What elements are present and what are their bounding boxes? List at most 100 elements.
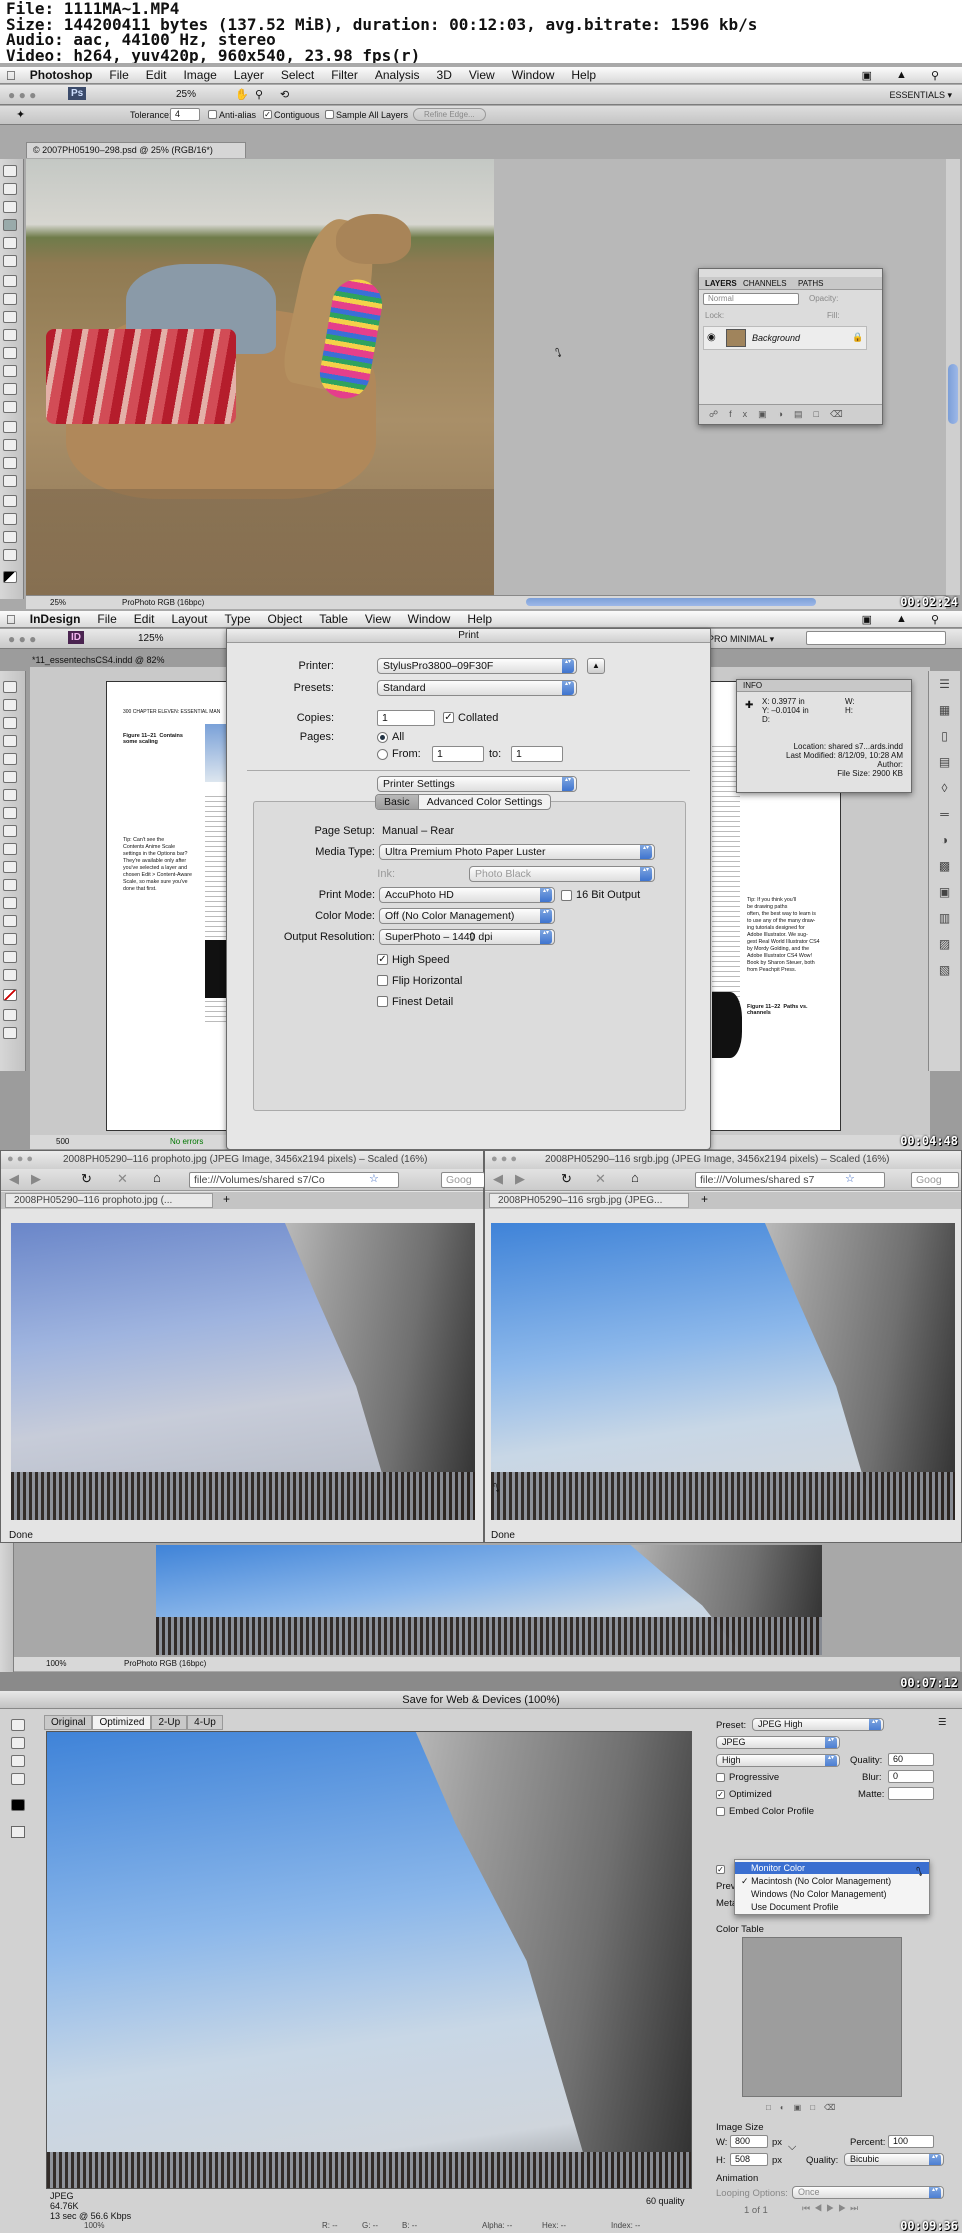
browser-right-url[interactable]: file:///Volumes/shared s7 [695, 1172, 885, 1188]
3d-orbit-icon[interactable] [3, 513, 17, 525]
sfw-zoom[interactable]: 100% [84, 2221, 104, 2230]
id-menu-edit[interactable]: Edit [134, 612, 155, 626]
pencil-tool-icon[interactable] [3, 807, 17, 819]
sfw-hand-icon[interactable] [11, 1719, 25, 1731]
looping-select[interactable]: Once [792, 2186, 944, 2199]
ps-scrollbar-v[interactable] [946, 159, 960, 595]
ps-menu-file[interactable]: File [109, 68, 128, 82]
ps-menu-3d[interactable]: 3D [437, 68, 452, 82]
ps-menu-help[interactable]: Help [571, 68, 596, 82]
anti-alias-checkbox[interactable] [208, 110, 217, 119]
tab-optimized[interactable]: Optimized [92, 1715, 152, 1730]
brush-tool-icon[interactable] [3, 293, 17, 305]
16bit-checkbox[interactable] [561, 890, 572, 901]
forward-button-2[interactable]: ▶ [515, 1171, 525, 1187]
reload-button-2[interactable]: ↻ [561, 1171, 572, 1187]
hand-tool-icon-3[interactable] [3, 951, 17, 963]
browser-right-tab[interactable]: 2008PH05290–116 srgb.jpg (JPEG... [489, 1193, 689, 1208]
history-brush-icon[interactable] [3, 329, 17, 341]
volume-icon[interactable]: ▲ [896, 69, 907, 82]
embed-profile-checkbox[interactable] [716, 1807, 725, 1816]
zoom-tool-icon-2[interactable] [3, 549, 17, 561]
id-menu-type[interactable]: Type [224, 612, 250, 626]
printer-expand-button[interactable]: ▲ [587, 658, 605, 674]
menu-item-monitor-color[interactable]: Monitor Color [735, 1862, 929, 1874]
home-button[interactable]: ⌂ [153, 1170, 161, 1185]
progressive-checkbox[interactable] [716, 1773, 725, 1782]
animation-controls[interactable]: ⏮◀▶▶⏭ [802, 2203, 862, 2214]
id-zoom[interactable]: 125% [138, 633, 164, 644]
matte-select[interactable] [888, 1787, 934, 1800]
gradient-tool-icon-2[interactable] [3, 897, 17, 909]
tab-basic[interactable]: Basic [376, 795, 419, 809]
id-menu-layout[interactable]: Layout [171, 612, 207, 626]
rect-tool-icon[interactable] [3, 843, 17, 855]
tab-2up[interactable]: 2-Up [151, 1715, 188, 1730]
zoom-tool-icon[interactable]: ⚲ [255, 88, 263, 101]
height-input[interactable]: 508 [730, 2153, 768, 2166]
eyedropper-tool-icon[interactable] [3, 255, 17, 267]
bookmark-star-icon-2[interactable]: ☆ [845, 1172, 855, 1185]
id-menu-app[interactable]: InDesign [30, 612, 81, 626]
id-menu-window[interactable]: Window [408, 612, 451, 626]
eyedropper-tool-icon-2[interactable] [3, 933, 17, 945]
tab-channels[interactable]: CHANNELS [743, 279, 787, 288]
magic-wand-icon[interactable]: ✦ [16, 108, 25, 121]
ps-menu-edit[interactable]: Edit [146, 68, 167, 82]
blur-tool-icon[interactable] [3, 383, 17, 395]
rect-frame-icon[interactable] [3, 825, 17, 837]
new-tab-button[interactable]: + [223, 1192, 230, 1206]
pages-all-radio[interactable] [377, 732, 388, 743]
dodge-tool-icon[interactable] [3, 401, 17, 413]
pages-from-input[interactable]: 1 [432, 746, 484, 762]
page-tool-icon[interactable] [3, 717, 17, 729]
ps-menu-image[interactable]: Image [183, 68, 216, 82]
browser-left-search[interactable]: Goog [441, 1172, 485, 1188]
optimized-checkbox[interactable]: ✓ [716, 1790, 725, 1799]
reload-button[interactable]: ↻ [81, 1171, 92, 1187]
info-title[interactable]: INFO [743, 681, 762, 690]
ps-menu-window[interactable]: Window [512, 68, 555, 82]
line-tool-icon[interactable] [3, 771, 17, 783]
new-tab-button-2[interactable]: + [701, 1192, 708, 1206]
contiguous-checkbox[interactable]: ✓ [263, 110, 272, 119]
percent-input[interactable]: 100 [888, 2135, 934, 2148]
tab-advanced-color[interactable]: Advanced Color Settings [419, 795, 551, 809]
printer-select[interactable]: StylusPro3800–09F30F [377, 658, 577, 674]
quality-level-select[interactable]: High [716, 1754, 840, 1767]
convert-srgb-checkbox[interactable]: ✓ [716, 1865, 725, 1874]
display-icon[interactable]: ▣ [862, 69, 872, 82]
crop-tool-icon[interactable] [3, 237, 17, 249]
zoom-level[interactable]: 25% [176, 89, 196, 100]
ps-menu-filter[interactable]: Filter [331, 68, 358, 82]
tolerance-input[interactable]: 4 [170, 108, 200, 121]
zoom-tool-icon-3[interactable] [3, 969, 17, 981]
back-button[interactable]: ◀ [9, 1171, 19, 1187]
browser-right-controls[interactable]: ● ● ● [491, 1153, 517, 1165]
blur-input[interactable]: 0 [888, 1770, 934, 1783]
healing-tool-icon[interactable] [3, 275, 17, 287]
color-table-buttons[interactable]: □◐▣□⌫ [766, 2103, 896, 2115]
color-swatches-icon[interactable] [3, 571, 17, 583]
sfw-eyedropper-icon[interactable] [11, 1773, 25, 1785]
print-mode-select[interactable]: AccuPhoto HD [379, 887, 555, 903]
ink-select[interactable]: Photo Black [469, 866, 655, 882]
h-scroll-thumb[interactable] [526, 598, 816, 606]
spotlight-icon-2[interactable]: ⚲ [931, 613, 939, 626]
browser-right-search[interactable]: Goog [911, 1172, 959, 1188]
layer-row-background[interactable]: ◉ Background 🔒 [703, 326, 867, 350]
pages-to-input[interactable]: 1 [511, 746, 563, 762]
sfw-toggle-slices-icon[interactable] [11, 1826, 25, 1838]
window-controls[interactable]: ● ● ● [8, 88, 36, 102]
stop-button-2[interactable]: ✕ [595, 1171, 606, 1187]
tab-4up[interactable]: 4-Up [187, 1715, 223, 1730]
rotate-view-icon[interactable]: ⟲ [280, 88, 289, 101]
id-page-number[interactable]: 500 [56, 1137, 69, 1146]
media-type-select[interactable]: Ultra Premium Photo Paper Luster [379, 844, 655, 860]
hand-tool-icon[interactable]: ✋ [235, 88, 249, 101]
preset-select[interactable]: JPEG High [752, 1718, 884, 1731]
refine-edge-button[interactable]: Refine Edge... [413, 108, 486, 121]
stop-button[interactable]: ✕ [117, 1171, 128, 1187]
browser-left-tab[interactable]: 2008PH05290–116 prophoto.jpg (... [5, 1193, 213, 1208]
ps-doc-tab[interactable]: © 2007PH05190–298.psd @ 25% (RGB/16*) [26, 142, 246, 158]
